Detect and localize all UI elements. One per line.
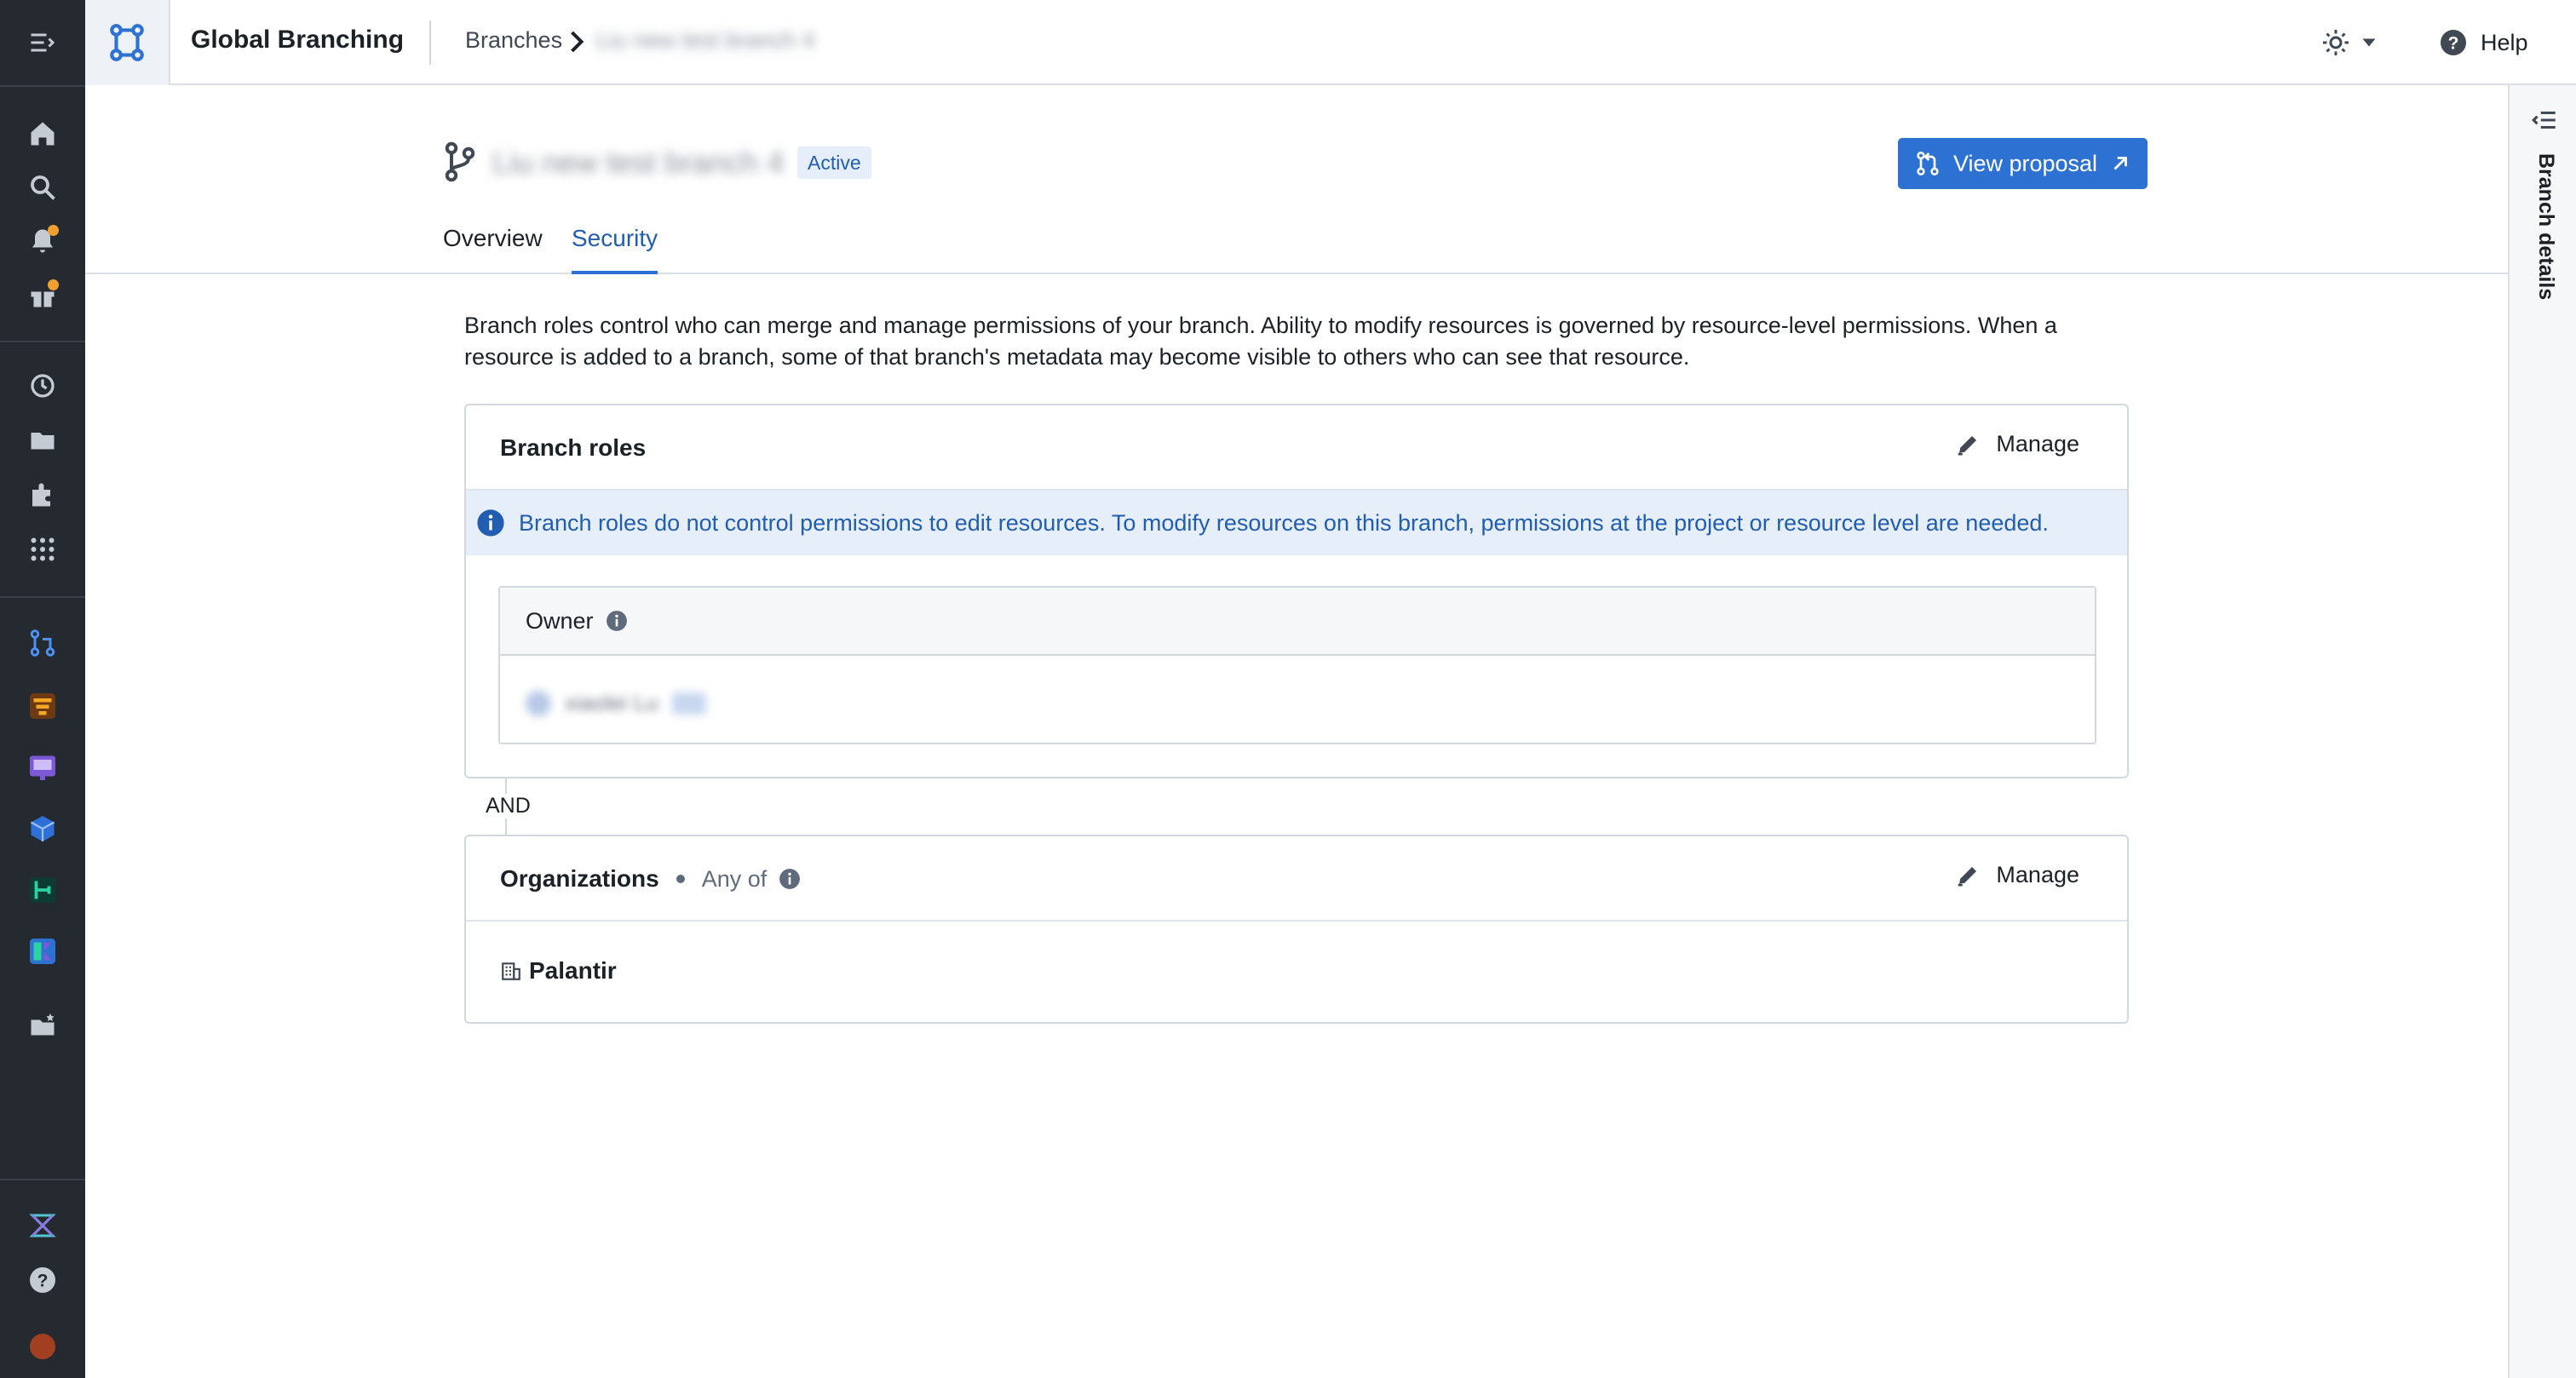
pull-request-icon <box>1917 152 1939 175</box>
arrow-top-right-icon <box>2113 157 2127 170</box>
theme-toggle-button[interactable] <box>2320 24 2397 61</box>
app-green-icon[interactable] <box>21 869 64 911</box>
app-cube-icon[interactable] <box>21 807 64 850</box>
branch-roles-header: Branch roles Manage <box>466 405 2127 491</box>
notifications-icon[interactable] <box>21 220 64 262</box>
user-avatar <box>526 690 551 716</box>
git-branch-network-icon[interactable] <box>85 0 170 85</box>
title-divider <box>429 20 431 65</box>
panel-list-icon[interactable] <box>2530 106 2559 135</box>
owner-role-box: Owner xiaolei Lu <box>498 586 2096 744</box>
breadcrumb-current[interactable]: Liu new test branch 4 <box>596 27 815 54</box>
branch-details-panel[interactable]: Branch details <box>2508 85 2576 1378</box>
branch-roles-title: Branch roles <box>500 434 647 461</box>
svg-text:?: ? <box>37 1272 49 1291</box>
branch-name: Liu new test branch 4 <box>492 145 785 180</box>
owner-user-name: xiaolei Lu <box>565 690 658 715</box>
and-label: AND <box>484 794 532 818</box>
manage-organizations-button[interactable]: Manage <box>1955 862 2079 888</box>
organization-item: Palantir <box>500 957 617 985</box>
organizations-card: Organizations Any of Manage Palantir <box>464 835 2129 1024</box>
sun-icon <box>2323 30 2349 55</box>
match-mode: Any of <box>701 865 768 892</box>
history-icon[interactable] <box>21 365 64 407</box>
view-proposal-button[interactable]: View proposal <box>1898 138 2148 189</box>
network-icon[interactable] <box>21 1204 64 1247</box>
user-tag <box>671 692 706 715</box>
edit-icon <box>1958 435 1977 455</box>
git-branch-icon <box>445 141 475 182</box>
puzzle-icon[interactable] <box>21 474 64 516</box>
organizations-title: Organizations <box>500 865 659 892</box>
tab-overview[interactable]: Overview <box>443 225 543 274</box>
app-colorful-icon[interactable] <box>21 930 64 973</box>
folder-star-icon[interactable] <box>21 1005 64 1048</box>
help-button[interactable]: ? Help <box>2438 24 2528 61</box>
notification-dot <box>48 225 59 236</box>
info-callout: Branch roles do not control permissions … <box>466 491 2127 555</box>
folder-icon[interactable] <box>21 419 64 462</box>
tab-security[interactable]: Security <box>572 225 658 274</box>
help-icon[interactable]: ? <box>21 1259 64 1301</box>
app-purple-icon[interactable] <box>21 746 64 789</box>
owner-header: Owner <box>500 588 2095 656</box>
tab-bar: Overview Security <box>85 204 2508 274</box>
manage-organizations-label: Manage <box>1996 862 2079 887</box>
branch-details-label[interactable]: Branch details <box>2533 153 2558 300</box>
security-description: Branch roles control who can merge and m… <box>464 313 2057 370</box>
help-circle-icon: ? <box>2441 30 2466 55</box>
info-small-icon[interactable] <box>779 868 801 890</box>
home-icon[interactable] <box>21 112 64 155</box>
gift-icon[interactable] <box>21 274 64 317</box>
status-badge: Active <box>797 146 871 179</box>
branching-icon[interactable] <box>21 622 64 664</box>
help-label: Help <box>2481 29 2528 55</box>
view-proposal-label: View proposal <box>1952 150 2098 176</box>
menu-expand-icon[interactable] <box>21 21 64 64</box>
organization-name: Palantir <box>529 957 617 984</box>
owner-user-chip[interactable]: xiaolei Lu <box>526 690 706 716</box>
chevron-right-icon <box>571 31 584 53</box>
app-title: Global Branching <box>191 26 405 54</box>
owner-label: Owner <box>526 607 594 634</box>
app-orange-icon[interactable] <box>21 685 64 727</box>
info-small-icon[interactable] <box>606 610 628 632</box>
manage-roles-button[interactable]: Manage <box>1955 431 2079 457</box>
left-nav-rail: ? <box>0 0 85 1378</box>
caret-down-icon <box>2362 38 2376 47</box>
top-bar: Global Branching Branches Liu new test b… <box>85 0 2576 85</box>
search-icon[interactable] <box>21 166 64 209</box>
apps-grid-icon[interactable] <box>21 528 64 571</box>
svg-text:?: ? <box>2448 34 2459 54</box>
gift-dot <box>48 279 59 290</box>
account-avatar-icon[interactable] <box>21 1325 64 1368</box>
branch-roles-card: Branch roles Manage Branch roles do not … <box>464 404 2129 778</box>
callout-text: Branch roles do not control permissions … <box>519 509 2049 536</box>
info-icon <box>477 509 504 537</box>
building-icon <box>502 962 520 980</box>
breadcrumb-branches[interactable]: Branches <box>465 27 562 54</box>
manage-roles-label: Manage <box>1996 431 2079 456</box>
edit-icon <box>1958 866 1977 886</box>
bullet-separator <box>676 875 685 883</box>
organizations-header: Organizations Any of Manage <box>466 836 2127 922</box>
